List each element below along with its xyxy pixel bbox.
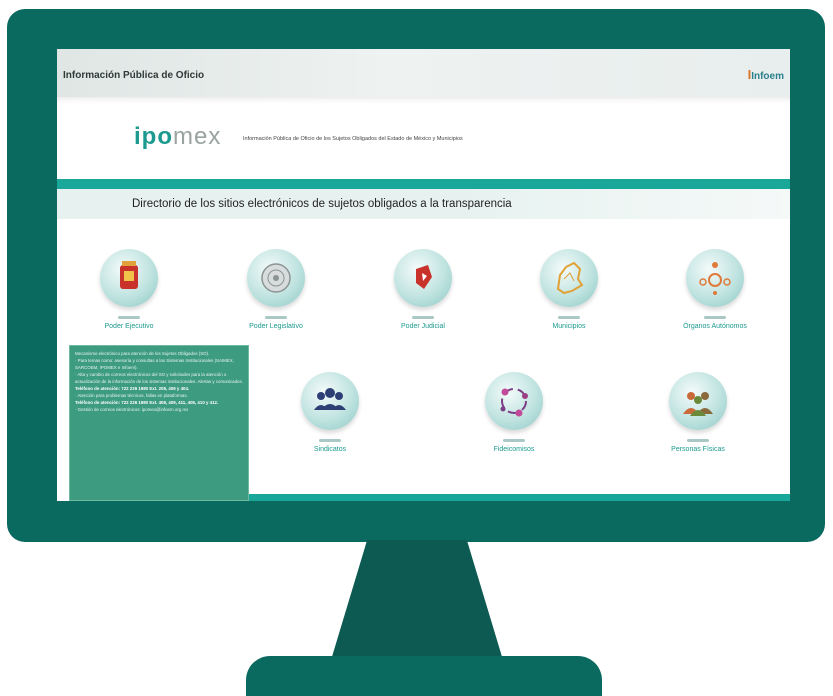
coat-of-arms-icon (100, 249, 158, 307)
monitor-screen: Información Pública de Oficio IInfoem ip… (57, 49, 790, 501)
category-sindicatos[interactable]: Sindicatos (282, 372, 378, 453)
category-label: Órganos Autónomos (683, 323, 747, 330)
tooltip-line: · Gestión de correos electrónicos: ipome… (75, 407, 189, 412)
category-fideicomisos[interactable]: Fideicomisos (466, 372, 562, 453)
bottom-accent-band (249, 494, 790, 501)
category-label: Poder Judicial (401, 323, 445, 330)
tooltip-line: · Atención para problemas técnicos, fall… (75, 393, 188, 398)
category-label: Municipios (552, 323, 586, 330)
tooltip-line: · Para temas como: asesoría y consultas … (75, 358, 234, 370)
category-label: Personas Físicas (671, 446, 725, 453)
legislature-seal-icon (247, 249, 305, 307)
ipomex-logo[interactable]: ipomex (134, 123, 221, 151)
tooltip-line: Mecanismo electrónico para atención de l… (75, 351, 210, 356)
category-label: Sindicatos (313, 446, 347, 453)
category-label: Poder Ejecutivo (104, 323, 154, 330)
tooltip-phone: Teléfono de atención: 722 226 1980 Ext. … (75, 386, 190, 391)
persons-icon (669, 372, 727, 430)
state-map-icon (540, 249, 598, 307)
site-header-title: Información Pública de Oficio (63, 70, 205, 81)
category-personas-fisicas[interactable]: Personas Físicas (650, 372, 746, 453)
site-top-bar: Información Pública de Oficio IInfoem (57, 49, 790, 97)
category-poder-judicial[interactable]: Poder Judicial (375, 249, 471, 330)
category-municipios[interactable]: Municipios (521, 249, 617, 330)
page-title: Directorio de los sitios electrónicos de… (132, 198, 512, 210)
category-label: Poder Legislativo (249, 323, 303, 330)
infoem-logo[interactable]: IInfoem (748, 67, 784, 82)
site-tagline: Información Pública de Oficio de los Suj… (243, 136, 463, 142)
judicial-logo-icon (394, 249, 452, 307)
tooltip-phone: Teléfono de atención: 722 226 1980 Ext. … (75, 400, 219, 405)
accent-band (57, 179, 790, 189)
category-label: Fideicomisos (493, 446, 535, 453)
category-poder-legislativo[interactable]: Poder Legislativo (228, 249, 324, 330)
contact-info-tooltip: Mecanismo electrónico para atención de l… (69, 345, 249, 501)
tooltip-line: · Alta y cambio de correos electrónicos … (75, 372, 243, 384)
network-nodes-icon (686, 249, 744, 307)
site-header: ipomex Información Pública de Oficio de … (57, 97, 790, 177)
cycle-arrows-icon (485, 372, 543, 430)
monitor-stand-base (246, 656, 602, 696)
monitor-stand-neck (328, 540, 506, 670)
category-organos-autonomos[interactable]: Órganos Autónomos (667, 249, 763, 330)
people-group-icon (301, 372, 359, 430)
category-poder-ejecutivo[interactable]: Poder Ejecutivo (81, 249, 177, 330)
page-title-bar: Directorio de los sitios electrónicos de… (57, 189, 790, 219)
